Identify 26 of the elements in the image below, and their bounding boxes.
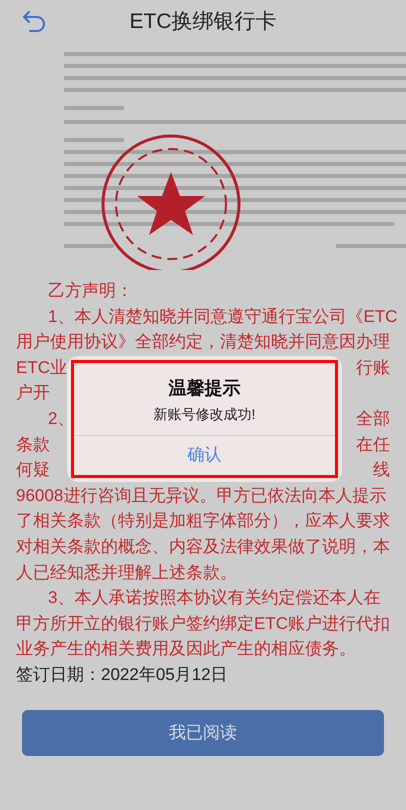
- statement-text: 2、: [48, 408, 74, 430]
- signing-date: 签订日期：2022年05月12日: [16, 664, 229, 686]
- read-button[interactable]: 我已阅读: [22, 710, 384, 756]
- statement-text: 了相关条款（特别是加粗字体部分），应本人要求: [16, 510, 390, 532]
- dialog-title: 温馨提示: [168, 377, 240, 399]
- statement-text: 线: [373, 459, 390, 482]
- back-icon[interactable]: [22, 10, 46, 32]
- statement-text: 1、本人清楚知晓并同意遵守通行宝公司《ETC: [48, 306, 398, 328]
- statement-text: 在任: [356, 434, 390, 456]
- statement-text: 全部: [356, 408, 390, 430]
- statement-text: 业务产生的相关费用及因此产生的相应债务。: [16, 638, 356, 660]
- page-title: ETC换绑银行卡: [130, 9, 276, 36]
- statement-text: 用户使用协议》全部约定，清楚知晓并同意因办理: [16, 331, 390, 354]
- statement-text: 甲方所开立的银行账户签约绑定ETC账户进行代扣: [16, 612, 390, 635]
- statement-text: 96008进行咨询且无异议。甲方已依法向本人提示: [16, 484, 386, 507]
- statement-text: 行账: [356, 356, 390, 379]
- statement-text: 乙方声明：: [48, 280, 133, 302]
- statement-text: ETC业: [16, 356, 67, 379]
- dialog-message: 新账号修改成功!: [154, 405, 256, 423]
- statement-text: 3、本人承诺按照本协议有关约定偿还本人在: [48, 587, 380, 610]
- confirm-button[interactable]: 确认: [172, 442, 238, 468]
- statement-text: 条款: [16, 434, 50, 456]
- statement-text: 户开: [16, 382, 50, 404]
- statement-text: 人已经知悉并理解上述条款。: [16, 562, 237, 584]
- statement-text: 何疑: [16, 459, 50, 482]
- statement-text: 对相关条款的概念、内容及法律效果做了说明，本: [16, 536, 390, 558]
